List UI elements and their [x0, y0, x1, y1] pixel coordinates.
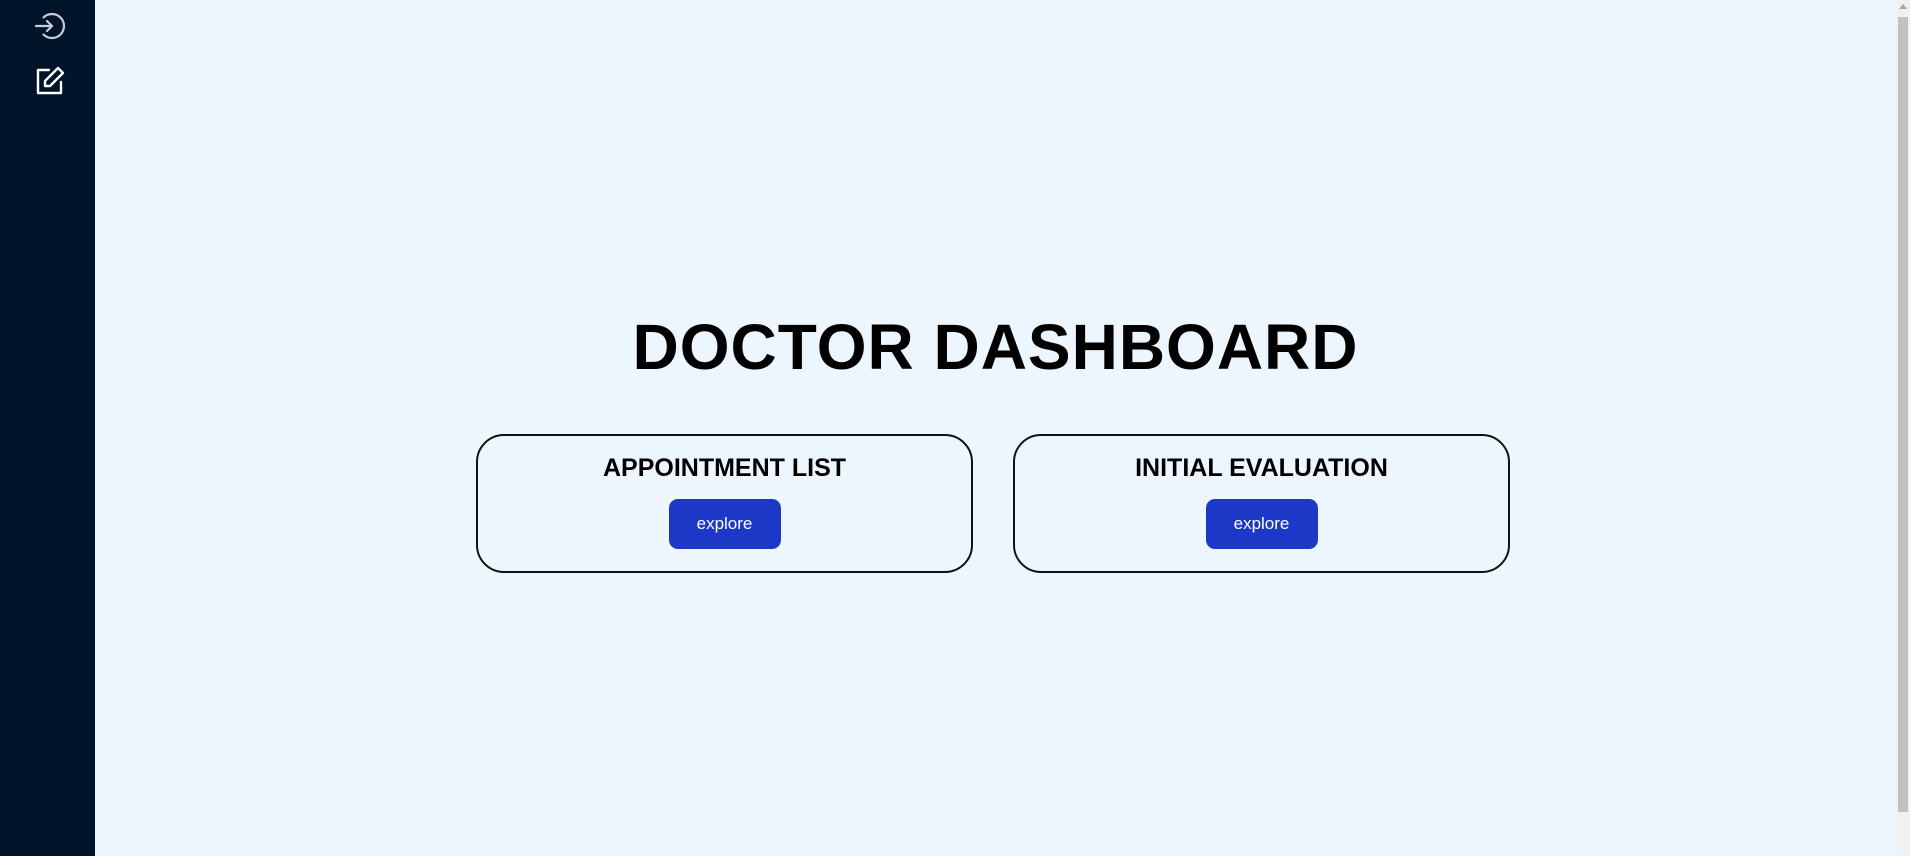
vertical-scrollbar[interactable] — [1896, 0, 1910, 856]
scroll-up-arrow-icon[interactable] — [1899, 4, 1907, 9]
sidebar — [0, 0, 95, 856]
main-content: DOCTOR DASHBOARD APPOINTMENT LIST explor… — [95, 0, 1896, 856]
scrollbar-thumb[interactable] — [1898, 17, 1908, 812]
edit-icon[interactable] — [33, 64, 67, 98]
card-title: INITIAL EVALUATION — [1135, 454, 1388, 482]
explore-appointments-button[interactable]: explore — [668, 499, 781, 549]
initial-evaluation-card: INITIAL EVALUATION explore — [1013, 434, 1510, 573]
page-title: DOCTOR DASHBOARD — [632, 311, 1359, 383]
login-icon[interactable] — [33, 9, 67, 43]
appointment-list-card: APPOINTMENT LIST explore — [476, 434, 973, 573]
explore-evaluation-button[interactable]: explore — [1205, 499, 1318, 549]
card-title: APPOINTMENT LIST — [602, 454, 847, 482]
